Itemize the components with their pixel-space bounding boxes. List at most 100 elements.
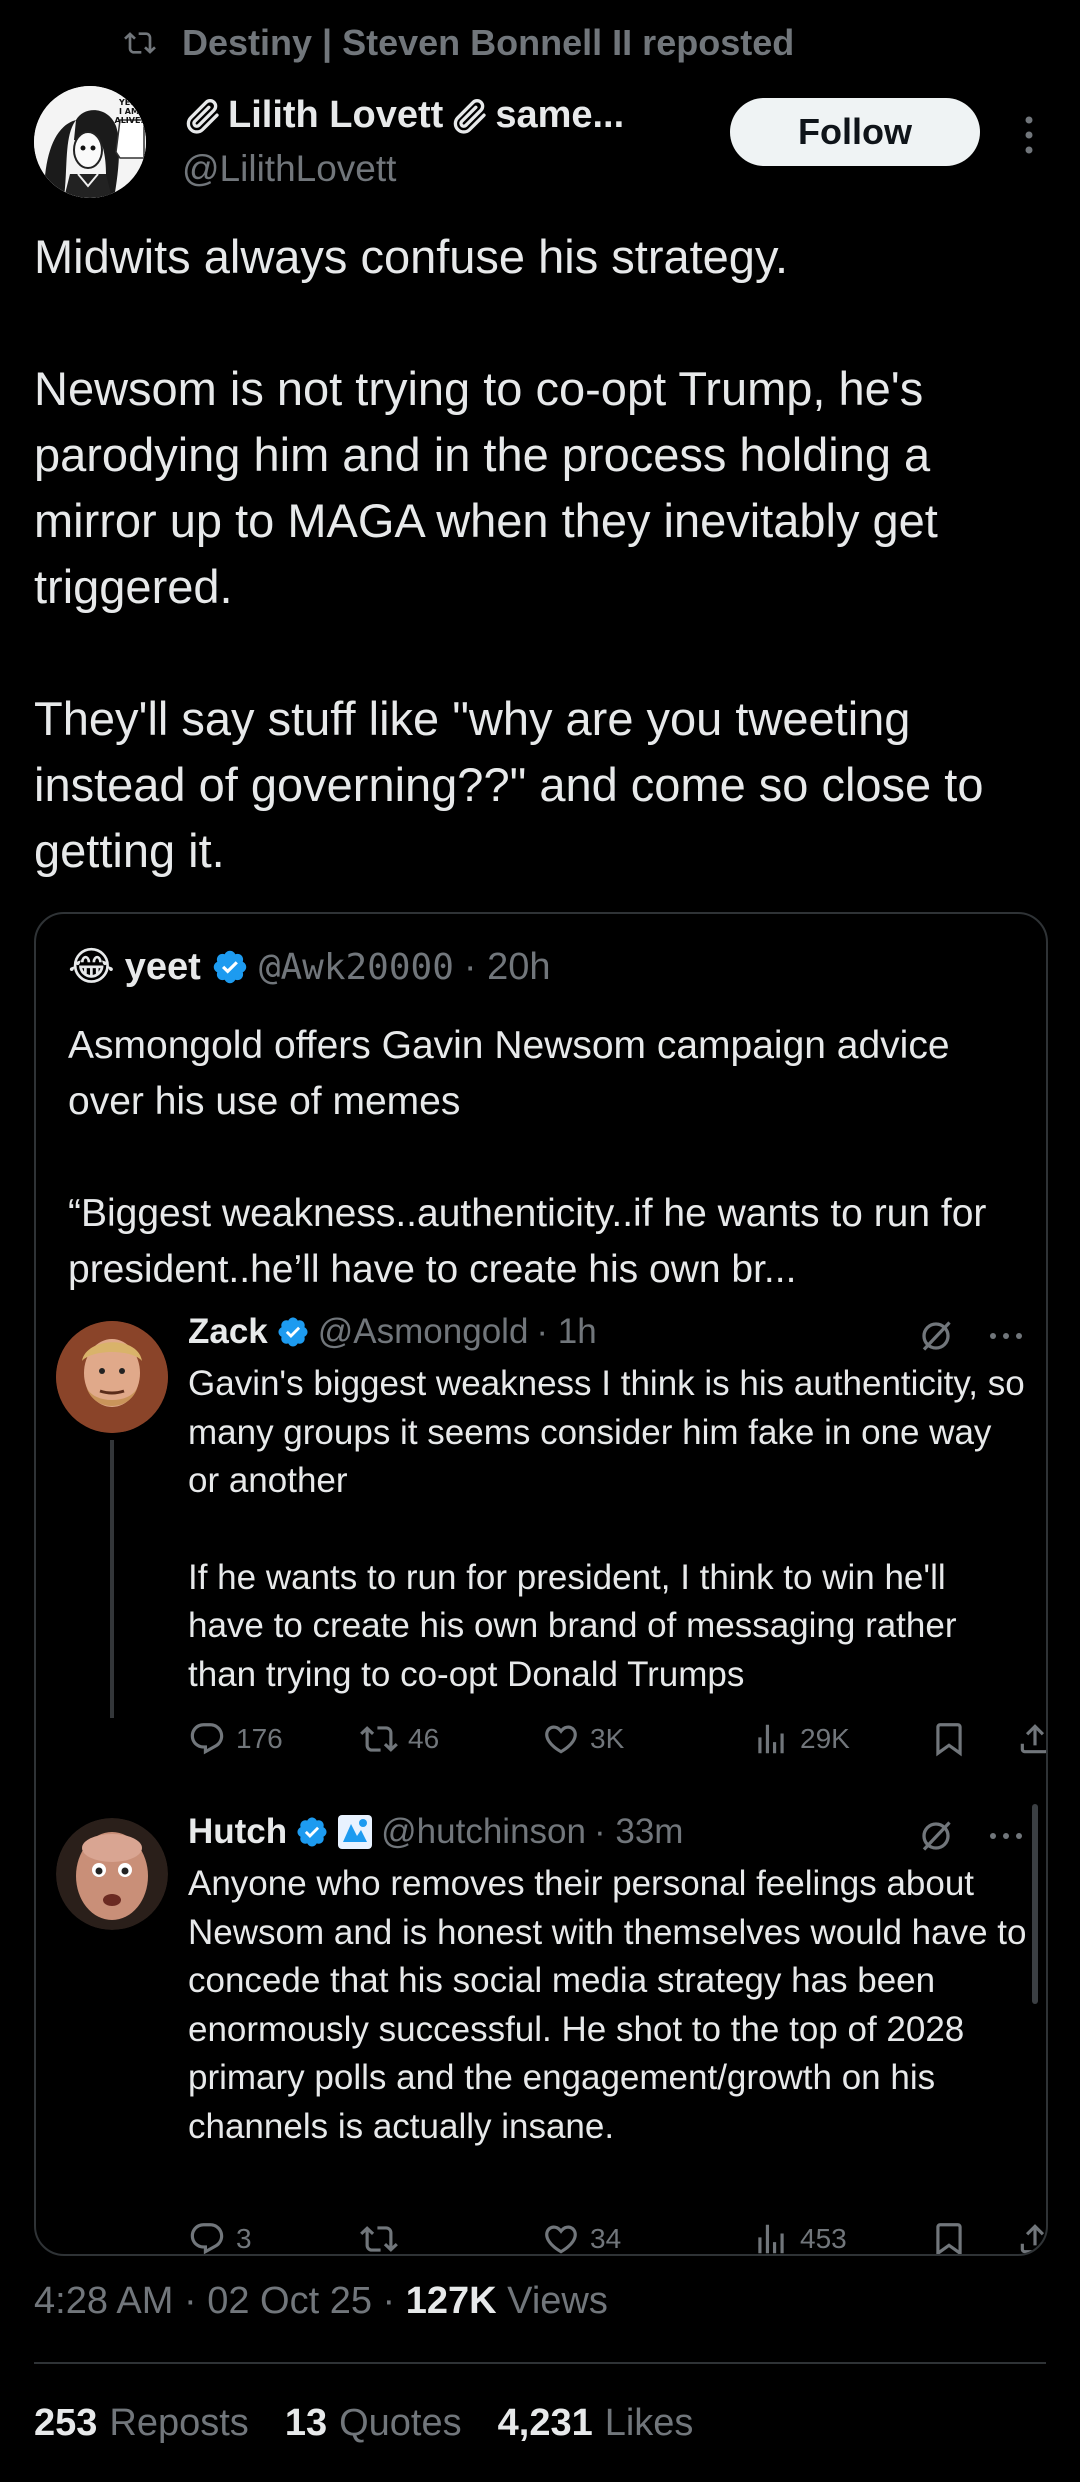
reply-author-handle[interactable]: @Asmongold	[318, 1312, 529, 1352]
like-count: 3K	[590, 1723, 625, 1754]
likes-label: Likes	[604, 2402, 694, 2444]
avatar[interactable]	[56, 1321, 168, 1433]
repost-icon	[120, 27, 160, 59]
reply-paragraph: Anyone who removes their personal feelin…	[188, 1864, 1027, 2146]
reply-paragraph: If he wants to run for president, I thin…	[188, 1557, 957, 1694]
views-count: 127K	[405, 2280, 497, 2322]
views-icon	[758, 2224, 784, 2254]
like-button[interactable]: 34	[542, 2220, 622, 2254]
views-count: 453	[800, 2223, 847, 2254]
reply-icon	[190, 2223, 224, 2254]
author-name[interactable]: Lilith Lovett same...	[182, 94, 624, 137]
paperclip-icon	[182, 96, 222, 136]
engagement-stats: 253 Reposts 13 Quotes 4,231 Likes	[34, 2402, 693, 2445]
reply-text: Anyone who removes their personal feelin…	[188, 1860, 1028, 2151]
share-icon	[1020, 2224, 1046, 2254]
reply-icon	[190, 1723, 224, 1755]
like-button[interactable]: 3K	[542, 1720, 624, 1758]
tweet-time[interactable]: 4:28 AM	[34, 2280, 173, 2322]
likes-count: 4,231	[497, 2402, 593, 2444]
verified-badge-icon	[276, 1315, 310, 1349]
tweet-paragraph: Newsom is not trying to co-opt Trump, he…	[34, 362, 938, 613]
reply-actions: 176 46 3K 29K	[188, 1720, 1046, 1764]
tweet-paragraph: Midwits always confuse his strategy.	[34, 230, 789, 283]
grok-icon[interactable]	[918, 1818, 954, 1854]
more-options-icon[interactable]	[1014, 110, 1044, 160]
verified-badge-icon	[211, 948, 249, 986]
reply-timestamp: · 1h	[536, 1312, 597, 1351]
tweet-date[interactable]: 02 Oct 25	[207, 2280, 372, 2322]
quotes-label: Quotes	[339, 2402, 462, 2444]
reply-author-name[interactable]: Hutch	[188, 1812, 287, 1852]
quote-timestamp: · 20h	[463, 945, 551, 988]
author-name-suffix: same...	[495, 94, 625, 136]
quote-author-name[interactable]: yeet	[125, 946, 201, 989]
more-options-icon[interactable]	[988, 1831, 1024, 1841]
verified-badge-icon	[295, 1815, 329, 1849]
bookmark-button[interactable]	[930, 2220, 968, 2254]
reply-author-handle[interactable]: @hutchinson	[381, 1812, 586, 1852]
views-label: Views	[507, 2280, 608, 2322]
tweet-text: Midwits always confuse his strategy. New…	[34, 224, 1054, 884]
repost-icon	[360, 1726, 398, 1752]
quote-avatar-emoji[interactable]: 😂	[68, 944, 115, 990]
avatar-caption: YES, I AM ALIVE.	[114, 98, 144, 125]
divider	[34, 2362, 1046, 2364]
reply-header: Zack @Asmongold · 1h	[188, 1312, 597, 1352]
thread-connector	[110, 1440, 114, 1718]
quoted-tweet-card[interactable]: 😂 yeet @Awk20000 · 20h Asmongold offers …	[34, 912, 1048, 2256]
more-options-icon[interactable]	[988, 1331, 1024, 1341]
reposts-stat[interactable]: 253 Reposts	[34, 2402, 249, 2445]
share-button[interactable]	[1016, 2220, 1046, 2254]
avatar[interactable]	[56, 1818, 168, 1930]
repost-header[interactable]: Destiny | Steven Bonnell II reposted	[120, 22, 794, 64]
reply-button[interactable]: 176	[188, 1720, 283, 1758]
share-button[interactable]	[1016, 1720, 1046, 1758]
share-icon	[1020, 1724, 1046, 1754]
quotes-stat[interactable]: 13 Quotes	[285, 2402, 462, 2445]
bookmark-icon	[936, 2223, 962, 2254]
reply-actions: 3 34 453	[188, 2220, 1046, 2254]
repost-button[interactable]	[360, 2220, 408, 2254]
views-button[interactable]: 29K	[752, 1720, 850, 1758]
repost-icon	[360, 2226, 398, 2252]
quote-text: Asmongold offers Gavin Newsom campaign a…	[68, 1018, 1028, 1298]
reply-text: Gavin's biggest weakness I think is his …	[188, 1360, 1028, 1699]
reply-button[interactable]: 3	[188, 2220, 252, 2254]
reply-header: Hutch @hutchinson · 33m	[188, 1812, 683, 1852]
reposts-label: Reposts	[109, 2402, 249, 2444]
reply-count: 176	[236, 1723, 283, 1754]
quoted-tweet-header: 😂 yeet @Awk20000 · 20h	[68, 944, 551, 990]
heart-icon	[545, 1725, 577, 1754]
tweet-author: YES, I AM ALIVE. Lilith Lovett same... @…	[34, 86, 1044, 206]
tweet-paragraph: They'll say stuff like "why are you twee…	[34, 692, 984, 877]
quote-paragraph: “Biggest weakness..authenticity..if he w…	[68, 1192, 987, 1291]
reply-timestamp: · 33m	[593, 1812, 684, 1851]
author-handle[interactable]: @LilithLovett	[182, 148, 396, 190]
reply-header-icons	[918, 1818, 1024, 1854]
reposts-count: 253	[34, 2402, 98, 2444]
author-display-name: Lilith Lovett	[228, 94, 444, 136]
paperclip-icon	[449, 96, 489, 136]
tweet-meta: 4:28 AM · 02 Oct 25 · 127K Views	[34, 2280, 608, 2322]
repost-count: 46	[408, 1723, 440, 1754]
grok-icon[interactable]	[918, 1318, 954, 1354]
avatar[interactable]: YES, I AM ALIVE.	[34, 86, 146, 198]
repost-label: Destiny | Steven Bonnell II reposted	[182, 22, 795, 63]
reply-count: 3	[236, 2223, 252, 2254]
quote-scrollbar[interactable]	[1032, 1804, 1038, 2004]
reply-header-icons	[918, 1318, 1024, 1354]
affiliate-badge-icon	[337, 1814, 373, 1850]
quotes-count: 13	[284, 2402, 328, 2444]
bookmark-button[interactable]	[930, 1720, 968, 1758]
heart-icon	[545, 2225, 577, 2254]
quote-paragraph: Asmongold offers Gavin Newsom campaign a…	[68, 1024, 950, 1123]
quote-author-handle[interactable]: @Awk20000	[259, 947, 454, 988]
views-button[interactable]: 453	[752, 2220, 847, 2254]
likes-stat[interactable]: 4,231 Likes	[498, 2402, 694, 2445]
reply-author-name[interactable]: Zack	[188, 1312, 268, 1352]
repost-button[interactable]: 46	[360, 1720, 439, 1758]
bookmark-icon	[936, 1723, 962, 1757]
like-count: 34	[590, 2223, 622, 2254]
follow-button[interactable]: Follow	[730, 98, 980, 166]
